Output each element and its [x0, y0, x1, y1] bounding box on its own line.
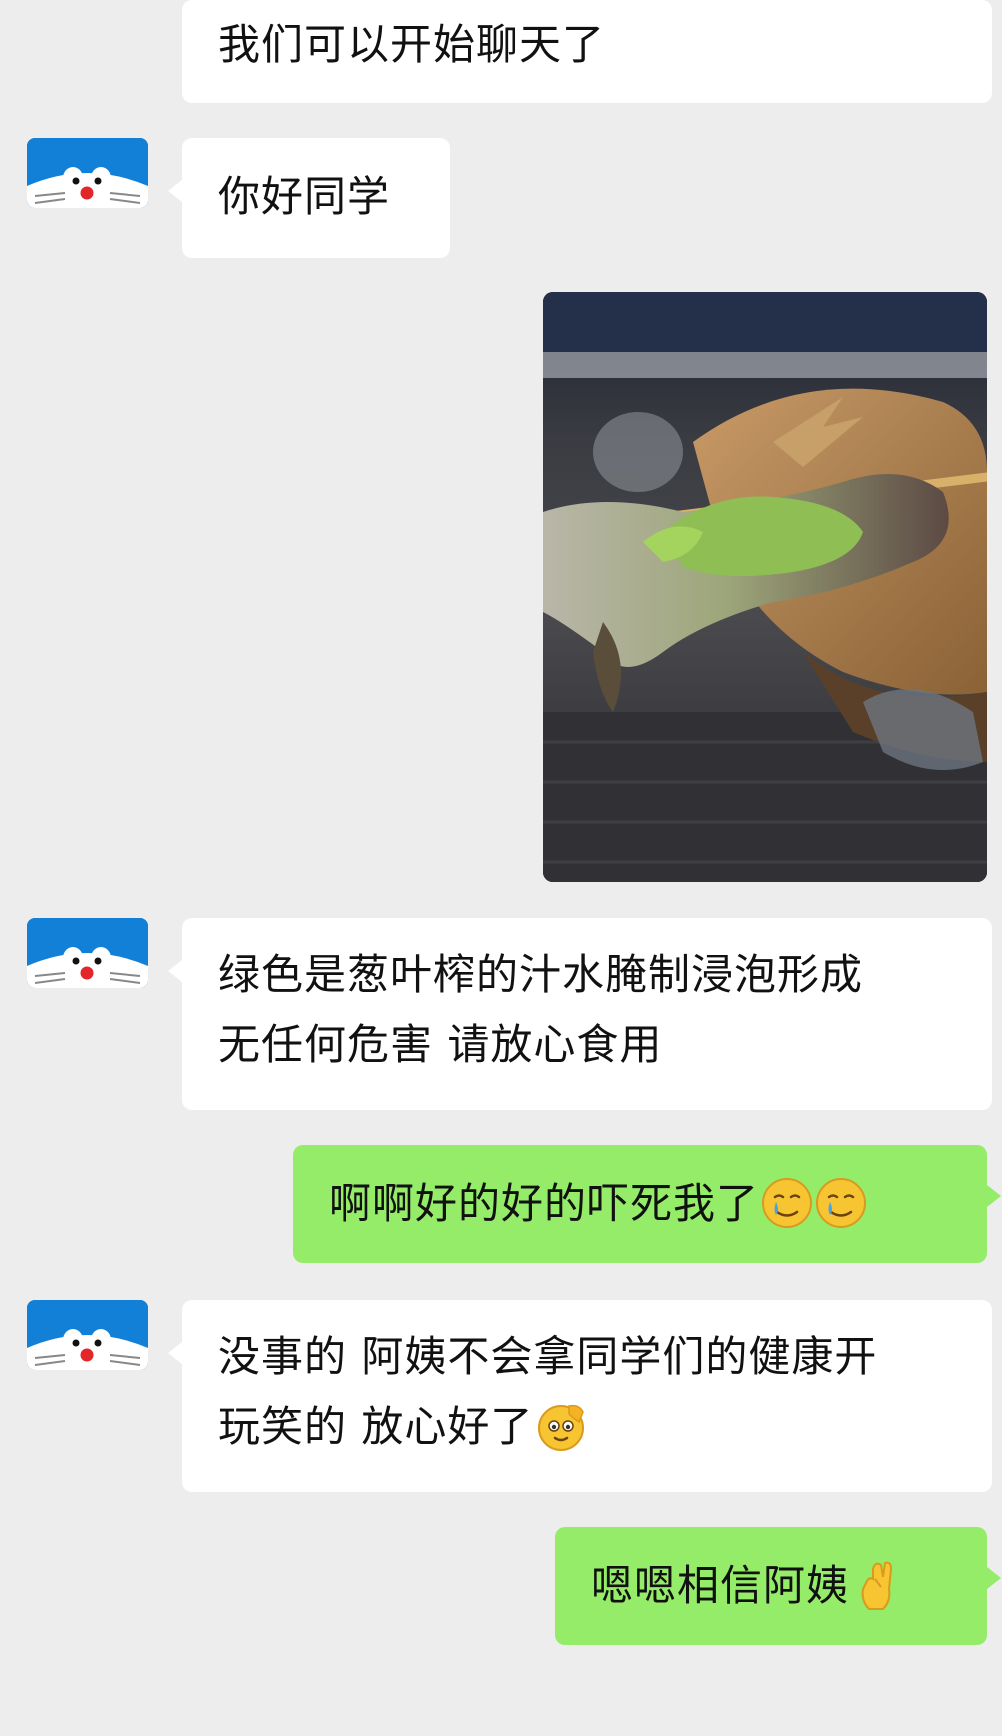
message-bubble-incoming[interactable]: 你好同学 [168, 138, 450, 258]
message-text: 嗯嗯相信阿姨 [591, 1561, 850, 1610]
message-text: 啊啊好的好的吓死我了 [329, 1179, 760, 1228]
cat-face-icon [27, 138, 148, 208]
salute-emoji-icon [535, 1400, 587, 1452]
message-bubble-outgoing[interactable]: 啊啊好的好的吓死我了 [293, 1145, 1001, 1263]
message-text: 你好同学 [218, 172, 391, 221]
message-text-line: 无任何危害 请放心食用 [218, 1020, 663, 1069]
message-bubble-incoming[interactable]: 没事的 阿姨不会拿同学们的健康开 玩笑的 放心好了 [168, 1300, 992, 1492]
message-text-line: 没事的 阿姨不会拿同学们的健康开 [218, 1332, 878, 1381]
food-photo-icon [543, 292, 987, 882]
fingers-crossed-emoji-icon [851, 1559, 903, 1611]
contact-avatar[interactable] [27, 138, 148, 208]
contact-avatar[interactable] [27, 918, 148, 988]
message-text-line: 玩笑的 放心好了 [218, 1402, 534, 1451]
cat-face-icon [27, 1300, 148, 1370]
contact-avatar[interactable] [27, 1300, 148, 1370]
cat-face-icon [27, 918, 148, 988]
message-text-line: 绿色是葱叶榨的汁水腌制浸泡形成 [218, 950, 864, 999]
message-text: 我们可以开始聊天了 [218, 20, 606, 69]
crying-smile-emoji-icon [761, 1177, 813, 1229]
crying-smile-emoji-icon [815, 1177, 867, 1229]
message-bubble-incoming[interactable]: 我们可以开始聊天了 [182, 0, 992, 103]
message-bubble-outgoing[interactable]: 嗯嗯相信阿姨 [555, 1527, 1001, 1645]
message-image[interactable] [543, 292, 987, 882]
message-bubble-incoming[interactable]: 绿色是葱叶榨的汁水腌制浸泡形成 无任何危害 请放心食用 [168, 918, 992, 1110]
